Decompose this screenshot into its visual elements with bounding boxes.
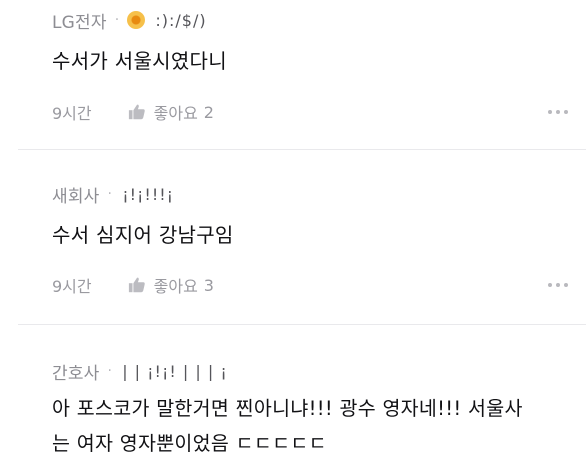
like-button[interactable]: 좋아요 3: [128, 273, 214, 297]
author-tag: ¡!¡!!!¡: [122, 184, 175, 204]
meta-separator: ·: [107, 186, 113, 202]
comment-text-line: 는 여자 영자뿐이었음 ㄷㄷㄷㄷㄷ: [52, 432, 327, 455]
comment-text-line: 수서 심지어 강남구임: [52, 223, 234, 247]
comment-text-line: 수서가 서울시였다니: [52, 49, 227, 73]
thumbs-up-icon: [128, 104, 145, 120]
more-dots-icon[interactable]: [548, 110, 568, 114]
comment-body: 수서가 서울시였다니: [52, 44, 586, 79]
comment-footer: 9시간 좋아요 3: [52, 273, 586, 297]
comment-item: 새회사 · ¡!¡!!!¡ 수서 심지어 강남구임 9시간 좋아요 3: [0, 150, 586, 325]
sun-badge-icon: [127, 11, 146, 29]
comment-footer: 9시간 좋아요 2: [52, 100, 586, 124]
like-count: 2: [203, 102, 214, 122]
meta-separator: ·: [107, 363, 113, 379]
more-dots-icon[interactable]: [548, 283, 568, 287]
comment-author[interactable]: 새회사: [52, 182, 100, 207]
author-tag: :):/$/): [155, 10, 207, 30]
thumbs-up-icon: [128, 277, 145, 293]
like-label: 좋아요: [153, 277, 198, 296]
comment-meta: 간호사 · | | ¡!¡! | | | ¡: [52, 325, 586, 384]
comment-body: 아 포스코가 말한거면 찐아니냐!!! 광수 영자네!!! 서울사 는 여자 영…: [52, 391, 586, 461]
comment-body: 수서 심지어 강남구임: [52, 218, 586, 253]
like-count: 3: [203, 275, 214, 295]
like-label: 좋아요: [153, 104, 198, 123]
comment-item: 간호사 · | | ¡!¡! | | | ¡ 아 포스코가 말한거면 찐아니냐!…: [0, 325, 586, 461]
comment-time: 9시간: [52, 104, 92, 123]
comment-text-line: 아 포스코가 말한거면 찐아니냐!!! 광수 영자네!!! 서울사: [52, 397, 523, 420]
comment-time: 9시간: [52, 277, 92, 296]
meta-separator: ·: [114, 12, 120, 28]
comment-author[interactable]: LG전자: [52, 8, 107, 33]
like-button[interactable]: 좋아요 2: [128, 100, 214, 124]
comment-item: LG전자 · :):/$/) 수서가 서울시였다니 9시간 좋아요 2: [0, 0, 586, 150]
comment-meta: 새회사 · ¡!¡!!!¡: [52, 150, 586, 207]
author-tag: | | ¡!¡! | | | ¡: [122, 361, 228, 381]
comment-meta: LG전자 · :):/$/): [52, 0, 586, 33]
comment-author[interactable]: 간호사: [52, 359, 100, 384]
